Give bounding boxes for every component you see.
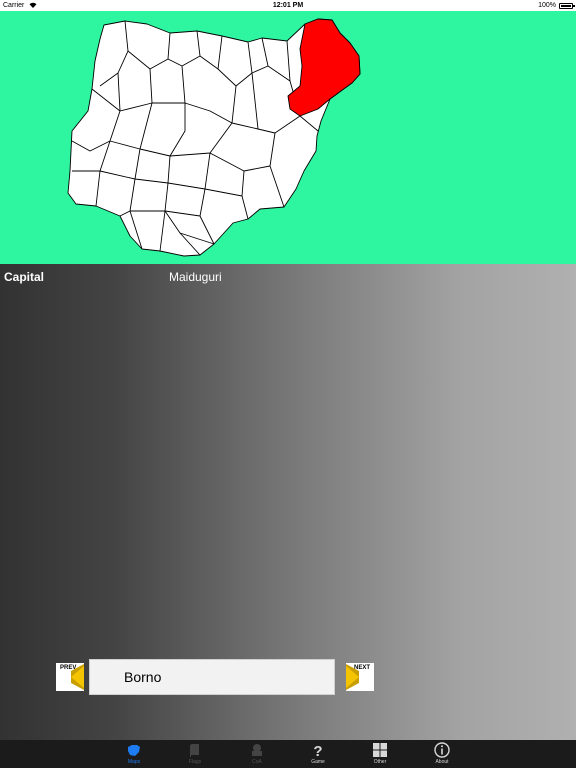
tab-other-label: Other: [373, 759, 387, 765]
tab-maps[interactable]: Maps: [114, 740, 154, 768]
state-detail-panel: Capital Maiduguri PREV Borno NEXT: [0, 264, 576, 740]
next-button[interactable]: NEXT: [346, 663, 374, 691]
tab-bar: Maps Flags CoA ? Game Other About: [0, 740, 576, 768]
capital-label: Capital: [4, 270, 45, 284]
nigeria-map[interactable]: [0, 11, 576, 264]
question-icon: ?: [313, 743, 322, 758]
flag-icon: [190, 744, 199, 757]
state-name-display[interactable]: Borno: [89, 659, 335, 695]
svg-text:?: ?: [313, 743, 322, 758]
capital-value: Maiduguri: [169, 270, 222, 284]
info-icon: [434, 742, 450, 758]
tab-game[interactable]: ? Game: [298, 740, 338, 768]
tab-other[interactable]: Other: [360, 740, 400, 768]
tab-flags-label: Flags: [188, 759, 202, 765]
state-name: Borno: [124, 669, 162, 685]
clock: 12:01 PM: [272, 2, 304, 9]
tab-maps-label: Maps: [127, 759, 141, 765]
grid-icon: [373, 743, 387, 757]
battery-icon: [559, 3, 575, 9]
status-bar: Carrier 12:01 PM 100%: [0, 0, 576, 11]
tab-coa[interactable]: CoA: [237, 740, 277, 768]
prev-button[interactable]: PREV: [56, 663, 84, 691]
tab-about-label: About: [435, 759, 449, 765]
left-arrow-icon: [71, 664, 84, 690]
tab-flags[interactable]: Flags: [175, 740, 215, 768]
tab-about[interactable]: About: [422, 740, 462, 768]
map-view[interactable]: [0, 11, 576, 264]
map-icon: [128, 745, 140, 756]
right-arrow-icon: [346, 664, 359, 690]
coat-of-arms-icon: [252, 744, 262, 756]
tab-coa-label: CoA: [252, 759, 262, 765]
tab-game-label: Game: [311, 759, 325, 765]
battery-percentage: 100%: [538, 2, 556, 9]
